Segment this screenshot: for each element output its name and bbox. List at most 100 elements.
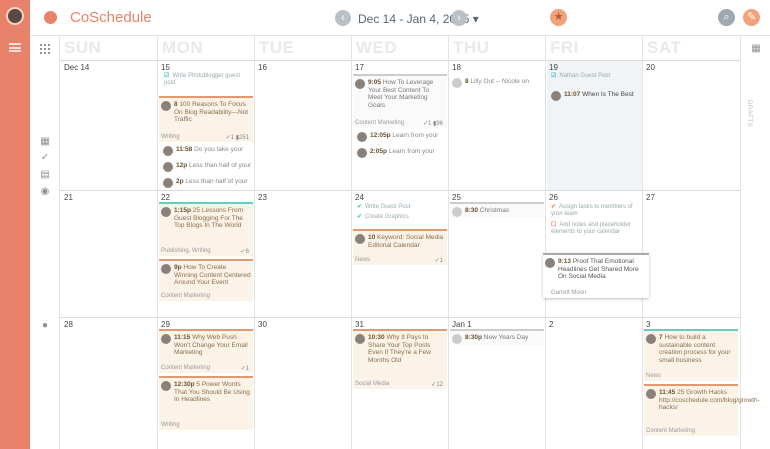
checkmark-icon[interactable]: ✔ [551, 204, 556, 210]
post-title: Keyword: Social Media Editorial Calendar [368, 234, 444, 249]
post-title: Christmas [479, 207, 510, 214]
post-meta: ✓1 [434, 258, 443, 264]
post-card[interactable]: 1:15p 25 Lessons From Guest Blogging For… [159, 202, 253, 256]
post-category: News [355, 257, 371, 263]
weekday-sun: SUN [64, 38, 102, 57]
day-number[interactable]: 27 [646, 193, 655, 202]
post-title: Less than half of your [185, 178, 248, 185]
author-avatar [163, 146, 173, 156]
checkbox-icon[interactable]: ☑ [164, 73, 169, 79]
event-card[interactable]: 8 Lilly Out -- Nicole on [450, 78, 544, 90]
post-meta: ✓12 [431, 382, 443, 388]
checkmark-icon[interactable]: ✓ [39, 152, 51, 164]
event-card[interactable]: 8:30 Christmas [450, 202, 544, 218]
author-avatar [545, 258, 555, 268]
day-number[interactable]: 20 [646, 63, 655, 72]
task-item[interactable]: ✔ Create Graphics [357, 214, 445, 221]
post-time: 10:30 [368, 334, 385, 341]
hamburger-menu-icon[interactable] [9, 43, 21, 52]
drafts-calendar-icon[interactable]: ▦ [750, 43, 762, 55]
post-time: 9:05 [368, 79, 382, 86]
day-number[interactable]: 29 [161, 320, 170, 329]
prev-week-button[interactable]: ‹ [335, 10, 351, 26]
day-number[interactable]: 28 [64, 320, 73, 329]
post-card[interactable]: 10:30 Why It Pays to Share Your Top Post… [353, 329, 447, 389]
day-number[interactable]: 22 [161, 193, 170, 202]
day-number[interactable]: 17 [355, 63, 364, 72]
social-message[interactable]: 12p Less than half of your [161, 162, 253, 176]
post-title: Proof That Emotional Headlines Get Share… [558, 258, 639, 281]
drafts-label[interactable]: DRAFTS [746, 100, 752, 127]
day-number[interactable]: 21 [64, 193, 73, 202]
author-avatar [355, 234, 365, 244]
search-icon[interactable]: ⌕ [718, 9, 735, 26]
day-number[interactable]: 31 [355, 320, 364, 329]
document-icon[interactable]: ▤ [39, 169, 51, 181]
post-title: Lilly Out -- Nicole on [470, 78, 529, 85]
post-category: Content Marketing [355, 120, 405, 126]
calendar-icon[interactable]: ▦ [39, 136, 51, 148]
post-time: 11:45 [659, 389, 676, 396]
day-number[interactable]: Dec 14 [64, 63, 89, 72]
post-popup[interactable]: 9:13 Proof That Emotional Headlines Get … [543, 253, 649, 298]
checkbox-icon[interactable]: ☐ [551, 222, 556, 228]
day-number[interactable]: 25 [452, 193, 461, 202]
post-card[interactable]: 8 100 Reasons To Focus On Blog Readabili… [159, 96, 253, 142]
task-label: Add notes and placeholder elements to yo… [551, 222, 631, 235]
post-card[interactable]: 9p How To Create Winning Content Centere… [159, 259, 253, 301]
comment-icon[interactable]: ● [39, 320, 51, 332]
post-title: Learn from your [388, 148, 435, 155]
day-number[interactable]: 2 [549, 320, 553, 329]
post-time: 8 [174, 101, 178, 108]
post-card[interactable]: 10 Keyword: Social Media Editorial Calen… [353, 229, 447, 265]
post-time: 10 [368, 234, 376, 241]
day-number[interactable]: 30 [258, 320, 267, 329]
top-bar: CoSchedule ‹ Dec 14 - Jan 4, 2015 ▾ › ★ … [30, 0, 770, 36]
post-card[interactable]: 11:15 Why Web Push Won't Change Your Ema… [159, 329, 253, 373]
post-card[interactable]: 11:45 25 Growth Hacks http://coschedule.… [644, 384, 760, 436]
post-title: Learn from your [392, 132, 439, 139]
post-card[interactable]: 11:07 When Is The Best [549, 91, 641, 103]
task-item[interactable]: ☐ Add notes and placeholder elements to y… [551, 222, 639, 236]
task-item[interactable]: ✔ Assign tasks to members of your team [551, 204, 639, 218]
divider [254, 60, 255, 449]
day-number[interactable]: 19 [549, 63, 558, 72]
star-icon[interactable]: ★ [550, 9, 567, 26]
social-message[interactable]: 2:05p Learn from your [355, 148, 447, 162]
divider [157, 60, 158, 449]
social-message[interactable]: 11:58 Do you take your [161, 146, 253, 160]
wordpress-icon[interactable]: ◉ [39, 186, 51, 198]
event-card[interactable]: 8:30p New Years Day [450, 329, 544, 345]
checkmark-icon[interactable]: ✔ [357, 204, 362, 210]
user-avatar[interactable] [6, 7, 24, 25]
post-category: Writing [161, 134, 180, 140]
post-category: News [646, 373, 662, 379]
day-number[interactable]: 15 [161, 63, 170, 72]
checkbox-icon[interactable]: ☑ [551, 73, 556, 79]
post-meta: ✓1 [240, 366, 249, 372]
app-logo[interactable]: CoSchedule [70, 9, 152, 26]
post-category: Content Marketing [646, 428, 696, 434]
next-week-button[interactable]: › [451, 10, 467, 26]
task-item[interactable]: ☑ Nathan Guest Post [551, 73, 639, 80]
day-number[interactable]: 3 [646, 320, 650, 329]
post-card[interactable]: 7 How to build a sustainable content cre… [644, 329, 738, 381]
day-number[interactable]: 24 [355, 193, 364, 202]
post-card[interactable]: 9:05 How To Leverage Your Best Content T… [353, 74, 447, 128]
post-category: Writing [161, 422, 180, 428]
left-sidebar [0, 0, 30, 449]
social-message[interactable]: 2p Less than half of your [161, 178, 253, 190]
task-item[interactable]: ✔ Write Guest Post [357, 204, 445, 211]
checkmark-icon[interactable]: ✔ [357, 214, 362, 220]
social-message[interactable]: 12:05p Learn from your [355, 132, 447, 146]
day-number[interactable]: 23 [258, 193, 267, 202]
day-number[interactable]: Jan 1 [452, 320, 472, 329]
day-number[interactable]: 26 [549, 193, 558, 202]
post-card[interactable]: 12:30p 5 Power Words That You Should Be … [159, 376, 253, 430]
day-number[interactable]: 16 [258, 63, 267, 72]
day-number[interactable]: 18 [452, 63, 461, 72]
grid-view-icon[interactable] [39, 43, 51, 55]
pencil-icon[interactable]: ✎ [743, 9, 760, 26]
author-avatar [357, 148, 367, 158]
task-item[interactable]: ☑ Write Photoblogger guest post [164, 73, 252, 87]
